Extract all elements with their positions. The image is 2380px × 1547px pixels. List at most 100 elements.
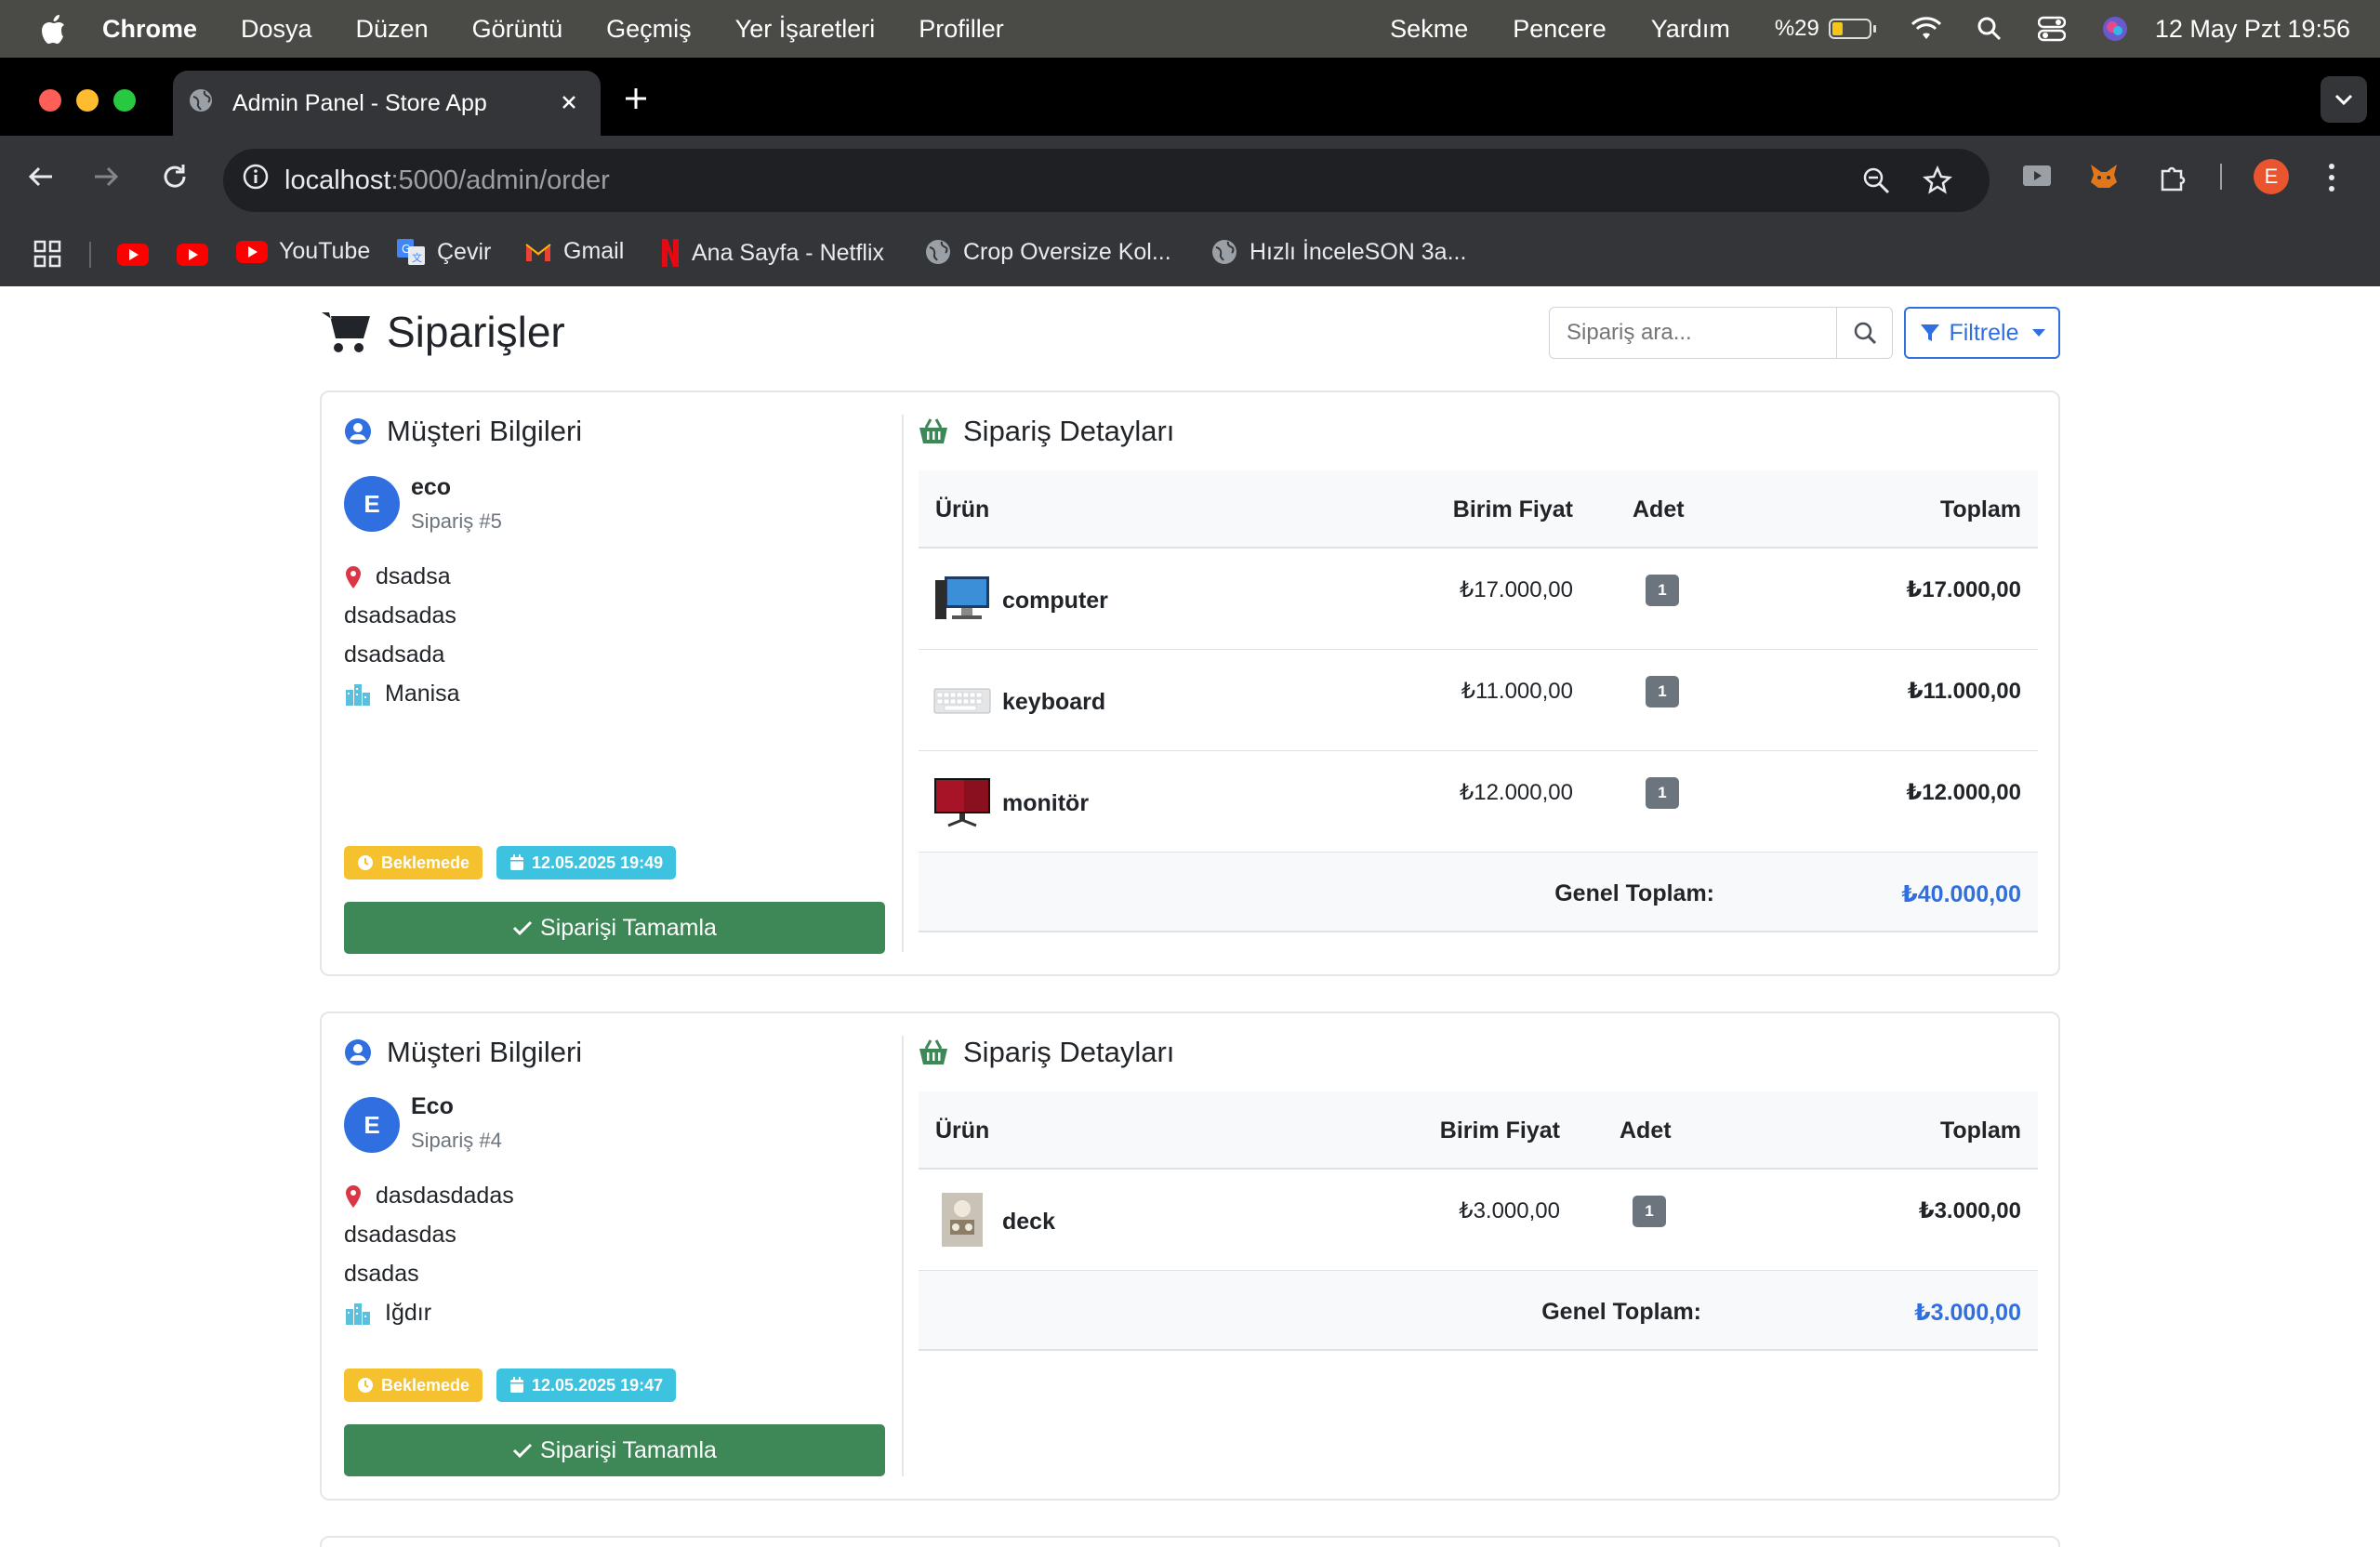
clock-icon bbox=[358, 855, 373, 870]
address-line-1: dasdasdadas bbox=[344, 1183, 514, 1210]
tab-search-chevron-down-icon[interactable] bbox=[2320, 76, 2367, 123]
battery-icon[interactable] bbox=[1828, 19, 1876, 39]
globe-icon bbox=[1210, 238, 1238, 266]
bookmark-label: Hızlı İnceleSON 3a... bbox=[1250, 238, 1467, 265]
menu-yardim[interactable]: Yardım bbox=[1651, 15, 1730, 44]
status-badge: Beklemede bbox=[344, 1368, 483, 1402]
order-search-input[interactable] bbox=[1549, 307, 1837, 359]
shopping-basket-icon bbox=[919, 418, 947, 443]
metamask-fox-icon[interactable] bbox=[2088, 162, 2120, 196]
product-thumbnail-deck bbox=[942, 1193, 983, 1247]
back-arrow-icon[interactable] bbox=[26, 162, 56, 196]
bookmark-youtube-2[interactable] bbox=[177, 244, 208, 266]
city-icon bbox=[346, 1302, 370, 1325]
customer-name: Eco bbox=[411, 1093, 454, 1119]
siri-icon[interactable] bbox=[2101, 15, 2129, 43]
user-circle-icon bbox=[345, 418, 371, 444]
order-items-table: Ürün Birim Fiyat Adet Toplam computer ₺1… bbox=[919, 470, 2038, 932]
globe-icon bbox=[188, 87, 214, 120]
toolbar-divider bbox=[2220, 164, 2222, 190]
svg-text:文: 文 bbox=[412, 251, 422, 264]
column-header-product: Ürün bbox=[935, 1117, 990, 1144]
menu-sekme[interactable]: Sekme bbox=[1390, 15, 1468, 44]
column-header-unit-price: Birim Fiyat bbox=[1439, 1117, 1560, 1144]
bookmark-gmail[interactable]: Gmail bbox=[524, 238, 624, 265]
bookmark-label: Ana Sayfa - Netflix bbox=[692, 239, 885, 266]
customer-avatar: E bbox=[344, 476, 400, 532]
address-bar[interactable]: localhost:5000/admin/order bbox=[223, 149, 1990, 212]
google-translate-icon: G文 bbox=[396, 238, 426, 266]
bookmark-youtube[interactable]: YouTube bbox=[236, 238, 370, 265]
battery-percent: %29 bbox=[1774, 16, 1819, 41]
menu-profiller[interactable]: Profiller bbox=[919, 15, 1004, 44]
line-total: ₺11.000,00 bbox=[1907, 679, 2021, 704]
quantity-badge: 1 bbox=[1646, 777, 1679, 809]
chrome-menu-icon[interactable] bbox=[2326, 162, 2337, 198]
product-name: monitör bbox=[1002, 790, 1090, 816]
table-row: computer ₺17.000,00 1 ₺17.000,00 bbox=[919, 549, 2038, 650]
control-center-icon[interactable] bbox=[2037, 16, 2066, 42]
bookmark-hizli-incele[interactable]: Hızlı İnceleSON 3a... bbox=[1210, 238, 1466, 266]
line-total: ₺17.000,00 bbox=[1906, 577, 2021, 602]
product-name: deck bbox=[1002, 1209, 1055, 1235]
site-info-icon[interactable] bbox=[242, 163, 270, 198]
customer-info-heading: Müşteri Bilgileri bbox=[344, 1036, 582, 1069]
tab-close-icon[interactable] bbox=[556, 89, 582, 122]
bookmark-star-icon[interactable] bbox=[1923, 165, 1952, 203]
order-search-button[interactable] bbox=[1837, 307, 1893, 359]
complete-order-button[interactable]: Siparişi Tamamla bbox=[344, 1424, 885, 1476]
menu-app-name[interactable]: Chrome bbox=[102, 15, 197, 44]
wifi-icon[interactable] bbox=[1911, 17, 1941, 41]
menu-goruntu[interactable]: Görüntü bbox=[472, 15, 563, 44]
unit-price: ₺11.000,00 bbox=[1461, 679, 1573, 704]
page-title: Siparişler bbox=[320, 307, 565, 357]
macos-menubar: Chrome Dosya Düzen Görüntü Geçmiş Yer İş… bbox=[0, 0, 2380, 58]
card-divider bbox=[902, 1036, 904, 1476]
forward-arrow-icon[interactable] bbox=[91, 162, 121, 196]
new-tab-icon[interactable] bbox=[621, 84, 651, 118]
apps-grid-icon[interactable] bbox=[33, 240, 61, 268]
youtube-icon bbox=[177, 244, 208, 266]
unit-price: ₺17.000,00 bbox=[1459, 577, 1573, 602]
bookmarks-bar: YouTube G文 Çevir Gmail Ana Sayfa - Netfl… bbox=[0, 221, 2380, 286]
menu-yer-isaretleri[interactable]: Yer İşaretleri bbox=[735, 15, 876, 44]
order-search bbox=[1549, 307, 1893, 359]
bookmark-youtube-1[interactable] bbox=[117, 244, 149, 266]
menu-pencere[interactable]: Pencere bbox=[1513, 15, 1606, 44]
bookmark-label: YouTube bbox=[279, 238, 371, 264]
bookmark-crop-oversize[interactable]: Crop Oversize Kol... bbox=[924, 238, 1171, 266]
menu-dosya[interactable]: Dosya bbox=[241, 15, 312, 44]
menu-gecmis[interactable]: Geçmiş bbox=[606, 15, 692, 44]
order-number: Sipariş #4 bbox=[411, 1129, 502, 1152]
zoom-icon[interactable] bbox=[1861, 165, 1891, 203]
active-tab[interactable]: Admin Panel - Store App bbox=[173, 71, 601, 136]
spotlight-search-icon[interactable] bbox=[1977, 16, 2003, 42]
address-line-2: dsadasdas bbox=[344, 1222, 456, 1248]
chrome-tab-strip: Admin Panel - Store App bbox=[0, 58, 2380, 136]
window-close-button[interactable] bbox=[39, 89, 61, 112]
bookmark-translate[interactable]: G文 Çevir bbox=[396, 238, 491, 266]
table-footer: Genel Toplam: ₺3.000,00 bbox=[919, 1271, 2038, 1351]
caret-down-icon bbox=[2031, 329, 2045, 337]
apple-icon[interactable] bbox=[37, 12, 69, 46]
product-thumbnail-keyboard bbox=[933, 688, 991, 714]
bookmark-netflix[interactable]: Ana Sayfa - Netflix bbox=[660, 238, 884, 268]
unit-price: ₺12.000,00 bbox=[1459, 780, 1573, 805]
address-line-2: dsadsadas bbox=[344, 602, 456, 628]
quantity-badge: 1 bbox=[1646, 676, 1679, 707]
quantity-badge: 1 bbox=[1633, 1196, 1666, 1227]
window-minimize-button[interactable] bbox=[76, 89, 99, 112]
admin-page: Siparişler Filtrele Müşteri Bilgileri E … bbox=[0, 286, 2380, 1547]
complete-order-button[interactable]: Siparişi Tamamla bbox=[344, 902, 885, 954]
order-items-table: Ürün Birim Fiyat Adet Toplam deck ₺3.000… bbox=[919, 1091, 2038, 1351]
menu-duzen[interactable]: Düzen bbox=[356, 15, 429, 44]
filter-dropdown-button[interactable]: Filtrele bbox=[1904, 307, 2060, 359]
extensions-puzzle-icon[interactable] bbox=[2157, 162, 2188, 198]
clock[interactable]: 12 May Pzt 19:56 bbox=[2155, 15, 2350, 44]
city-icon bbox=[346, 683, 370, 706]
extension-media-icon[interactable] bbox=[2021, 162, 2053, 194]
bookmarks-divider bbox=[89, 242, 91, 268]
window-maximize-button[interactable] bbox=[113, 89, 136, 112]
profile-avatar[interactable]: E bbox=[2254, 159, 2289, 194]
reload-icon[interactable] bbox=[160, 162, 190, 196]
